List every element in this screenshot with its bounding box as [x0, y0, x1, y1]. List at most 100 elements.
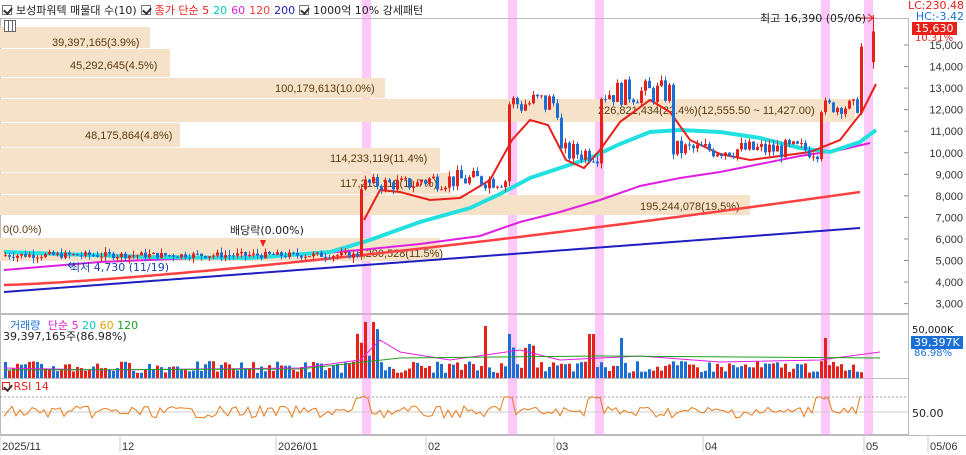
volume-bar: [76, 366, 79, 378]
volume-bar: [656, 366, 659, 378]
candle-body: [632, 99, 635, 103]
candle-body: [608, 95, 611, 100]
volume-bar: [632, 371, 635, 378]
candle-body: [324, 256, 327, 258]
candle-body: [772, 144, 775, 152]
price-axis-label: 4,000: [935, 277, 963, 289]
price-ma-checkbox[interactable]: [140, 5, 151, 15]
candle-body: [176, 256, 179, 258]
volume-bar: [728, 363, 731, 378]
volume-bar: [200, 370, 203, 378]
volume-bar: [520, 367, 523, 378]
candle-body: [788, 140, 791, 144]
ma200-label: 200: [274, 3, 296, 17]
candle-body: [380, 186, 383, 190]
volume-bar: [16, 363, 19, 378]
volume-bar: [392, 368, 395, 378]
volume-bar: [740, 366, 743, 378]
candle-body: [440, 189, 443, 191]
volume-bar: [700, 372, 703, 378]
candle-body: [256, 253, 259, 256]
candle-body: [448, 176, 451, 188]
low-annotation: 최저 4,730 (11/19): [70, 261, 170, 274]
price-axis-label: 7,000: [935, 212, 963, 224]
stock-checkbox[interactable]: [2, 5, 12, 15]
volume-bar: [372, 322, 375, 378]
volume-bar: [136, 372, 139, 378]
volume-bar: [152, 369, 155, 378]
x-axis-label: 04: [705, 441, 717, 453]
candle-body: [660, 80, 663, 86]
rsi-checkbox[interactable]: [2, 382, 10, 390]
volume-profile-label: 100,179,613(10.0%): [275, 83, 375, 95]
candle-body: [712, 150, 715, 157]
candle-body: [612, 95, 615, 102]
volume-bar: [496, 372, 499, 378]
candle-body: [432, 176, 435, 179]
candle-body: [512, 97, 515, 105]
volume-bar: [160, 367, 163, 378]
table-icon[interactable]: [4, 20, 16, 32]
volume-bar: [628, 372, 631, 378]
candle-body: [588, 150, 591, 162]
volume-bar: [816, 371, 819, 378]
chart-legend: 보성파워텍 매물대 수(10) 종가 단순 5 20 60 120 200 10…: [2, 2, 423, 18]
volume-bar: [384, 370, 387, 378]
pattern-checkbox[interactable]: [299, 5, 310, 15]
candle-body: [576, 144, 579, 155]
candle-body: [36, 257, 39, 259]
candle-body: [280, 252, 283, 256]
price-axis-label: 14,000: [929, 62, 963, 74]
volume-bar: [276, 361, 279, 378]
candle-body: [844, 108, 847, 114]
volume-bar: [232, 368, 235, 378]
candle-body: [28, 254, 31, 257]
x-axis-label: 12: [122, 441, 134, 453]
candle-body: [664, 80, 667, 101]
candle-body: [724, 152, 727, 156]
volume-bar: [396, 372, 399, 378]
candle-body: [224, 255, 227, 258]
candle-body: [592, 161, 595, 163]
volume-bar: [108, 369, 111, 378]
candle-body: [740, 142, 743, 150]
candle-body: [336, 255, 339, 257]
volume-bar: [660, 370, 663, 378]
volume-bar: [336, 363, 339, 378]
volume-bar: [308, 372, 311, 378]
ma20-label: 20: [213, 3, 228, 17]
ma120-label: 120: [249, 3, 271, 17]
volume-bar: [744, 364, 747, 378]
candle-body: [476, 170, 479, 177]
stock-chart-canvas[interactable]: 39,397,165(3.9%) 45,292,645(4.5%) 100,179,…: [0, 0, 966, 455]
volume-bar: [472, 364, 475, 378]
candle-body: [860, 46, 863, 113]
volume-bar: [204, 364, 207, 378]
volume-bar: [608, 370, 611, 378]
candle-body: [100, 256, 103, 258]
volume-bar: [716, 363, 719, 378]
volume-bar: [844, 370, 847, 378]
volume-bar: [696, 367, 699, 378]
candle-body: [140, 252, 143, 256]
candle-body: [492, 179, 495, 188]
candle-body: [760, 143, 763, 147]
candle-body: [68, 252, 71, 255]
price-axis-label: 3,000: [935, 299, 963, 311]
volume-bar: [800, 364, 803, 378]
price-axis-label: 8,000: [935, 191, 963, 203]
candle-body: [620, 82, 623, 105]
candle-body: [808, 150, 811, 158]
x-axis-label: 02: [428, 441, 440, 453]
candle-body: [640, 90, 643, 103]
volume-bar: [408, 368, 411, 378]
candle-body: [484, 184, 487, 189]
candle-body: [160, 252, 163, 258]
volume-bar: [324, 370, 327, 378]
candle-body: [376, 177, 379, 187]
candle-body: [236, 253, 239, 256]
volume-bar: [132, 370, 135, 378]
candle-body: [832, 102, 835, 113]
volume-profile-label: 117,215,119(11.7%): [340, 178, 437, 190]
volume-bar: [440, 363, 443, 378]
